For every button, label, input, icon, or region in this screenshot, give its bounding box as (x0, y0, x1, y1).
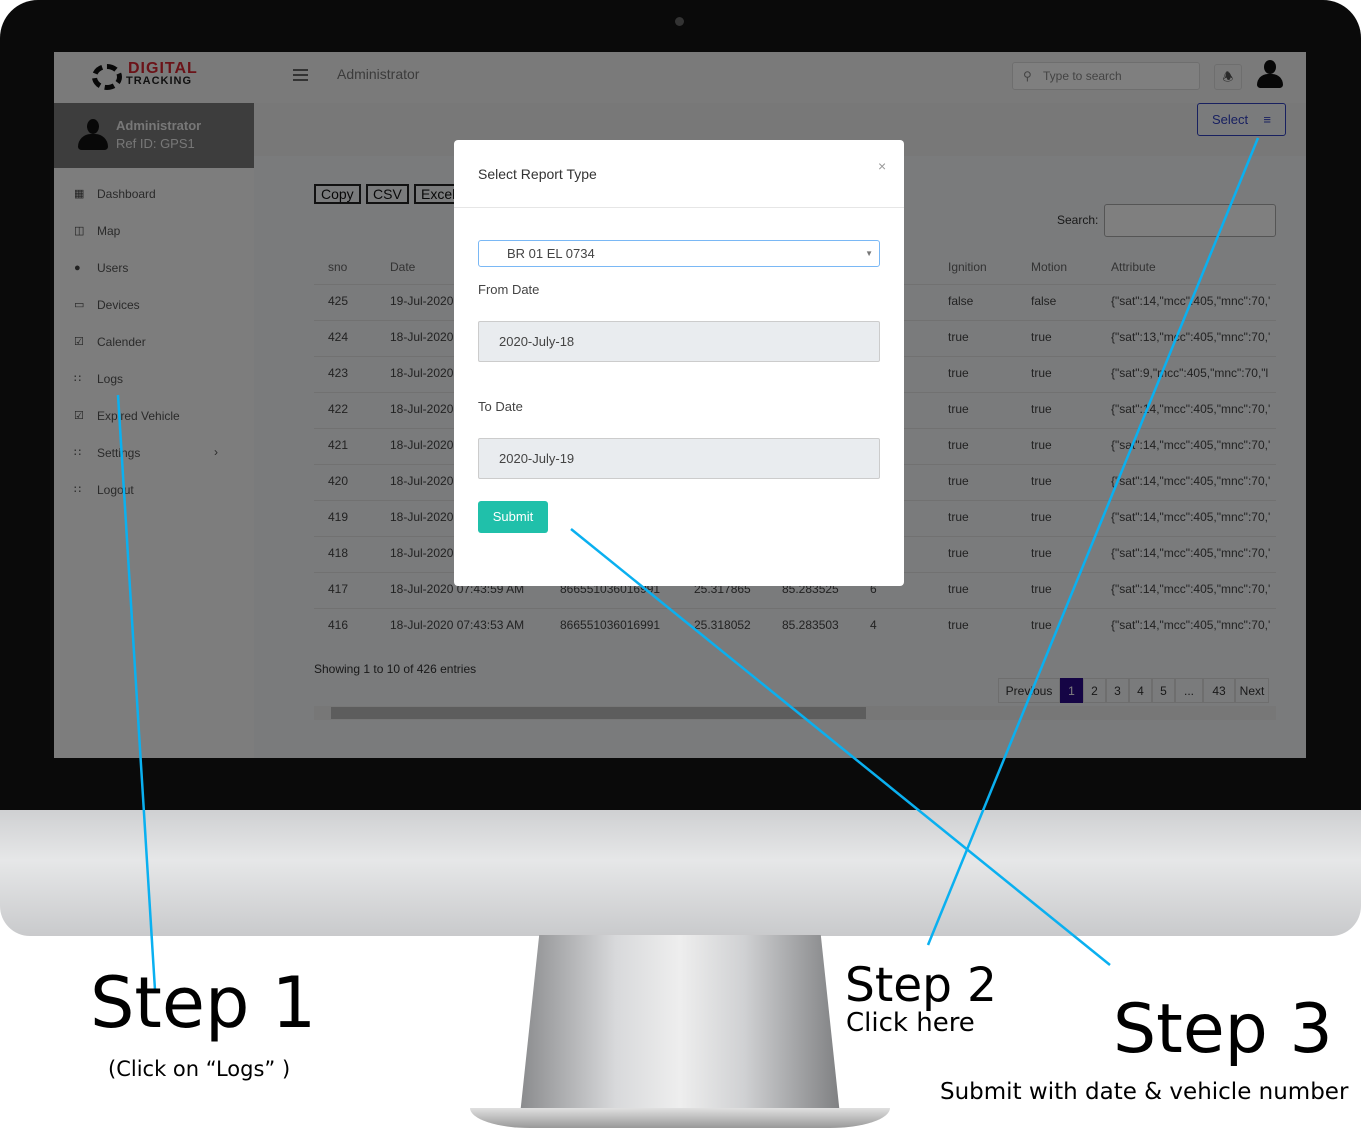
step2-pointer-line (926, 137, 1260, 946)
step2-title: Step 2 (845, 958, 997, 1013)
annotation-lines (116, 137, 1260, 991)
step1-pointer-line (116, 394, 157, 991)
step1-title: Step 1 (90, 962, 317, 1044)
step3-title: Step 3 (1113, 990, 1333, 1069)
step2-subtitle: Click here (846, 1008, 975, 1038)
step3-subtitle: Submit with date & vehicle number (940, 1079, 1349, 1105)
step1-subtitle: (Click on “Logs” ) (108, 1057, 291, 1081)
step3-pointer-line (570, 528, 1111, 966)
